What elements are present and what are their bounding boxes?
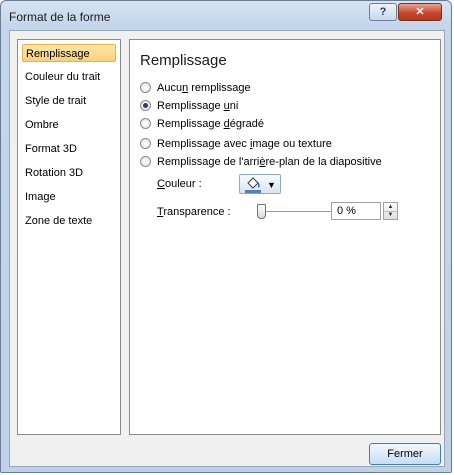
close-window-button[interactable]: ✕ (398, 3, 442, 21)
nav-item-label: Image (25, 191, 56, 203)
fill-color-button[interactable]: ▼ (239, 174, 281, 194)
category-list: Remplissage Couleur du trait Style de tr… (17, 39, 121, 435)
nav-item-rotation-3d[interactable]: Rotation 3D (22, 164, 116, 182)
option-label: Remplissage dégradé (157, 118, 265, 130)
nav-item-label: Couleur du trait (25, 71, 101, 83)
option-label: Remplissage de l'arrière-plan de la diap… (157, 156, 382, 168)
title-bar[interactable]: Format de la forme ? ✕ (1, 1, 451, 29)
radio-button[interactable] (140, 82, 151, 93)
radio-button[interactable] (140, 100, 151, 111)
nav-item-zone-de-texte[interactable]: Zone de texte (22, 212, 116, 230)
nav-item-label: Zone de texte (25, 215, 93, 227)
panel-title: Remplissage (140, 52, 227, 69)
transparency-spinner[interactable]: ▲ ▼ (383, 202, 398, 220)
transparency-row: Transparence : 0 % ▲ ▼ (157, 202, 398, 222)
nav-item-label: Remplissage (26, 48, 90, 60)
nav-item-format-3d[interactable]: Format 3D (22, 140, 116, 158)
nav-item-style-de-trait[interactable]: Style de trait (22, 92, 116, 110)
color-label: Couleur : (157, 178, 202, 190)
radio-button[interactable] (140, 118, 151, 129)
nav-item-couleur-du-trait[interactable]: Couleur du trait (22, 68, 116, 86)
fill-settings-panel: Remplissage Aucun remplissage Remplissag… (129, 39, 441, 435)
close-icon: ✕ (415, 6, 425, 18)
radio-button[interactable] (140, 138, 151, 149)
transparency-slider-thumb[interactable] (257, 204, 266, 219)
nav-item-image[interactable]: Image (22, 188, 116, 206)
format-shape-dialog: Format de la forme ? ✕ Remplissage Coule… (0, 0, 452, 473)
radio-button[interactable] (140, 156, 151, 167)
nav-item-label: Format 3D (25, 143, 77, 155)
close-button[interactable]: Fermer (369, 443, 441, 465)
transparency-slider-track[interactable] (257, 211, 341, 212)
help-icon: ? (379, 6, 387, 18)
nav-item-label: Ombre (25, 119, 59, 131)
spin-down-icon[interactable]: ▼ (384, 211, 397, 219)
help-button[interactable]: ? (369, 3, 397, 21)
option-label: Remplissage uni (157, 100, 239, 112)
paint-bucket-icon (245, 177, 261, 191)
nav-item-label: Rotation 3D (25, 167, 84, 179)
chevron-down-icon: ▼ (267, 180, 276, 190)
transparency-input[interactable]: 0 % (331, 202, 381, 220)
color-swatch (245, 190, 261, 193)
option-label: Aucun remplissage (157, 82, 251, 94)
transparency-label: Transparence : (157, 206, 231, 218)
color-row: Couleur : ▼ (157, 174, 281, 194)
nav-item-ombre[interactable]: Ombre (22, 116, 116, 134)
option-label: Remplissage avec image ou texture (157, 138, 332, 150)
nav-item-remplissage[interactable]: Remplissage (22, 44, 116, 62)
nav-item-label: Style de trait (25, 95, 87, 107)
dialog-title: Format de la forme (9, 10, 111, 24)
